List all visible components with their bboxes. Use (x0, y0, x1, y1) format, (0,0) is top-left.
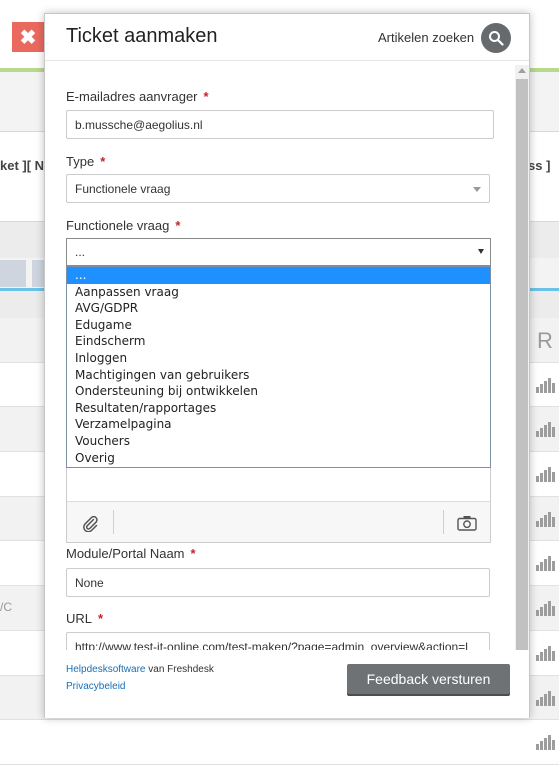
editor-toolbar (67, 501, 490, 542)
required-marker: * (100, 154, 106, 169)
scrollbar-thumb[interactable] (516, 79, 528, 656)
powered-by-suffix: van Freshdesk (145, 664, 214, 675)
chevron-down-icon (478, 249, 484, 254)
module-field[interactable]: None (66, 568, 490, 597)
bar-chart-icon[interactable] (536, 734, 555, 751)
helpdesk-software-link[interactable]: Helpdesksoftware (66, 664, 145, 675)
required-marker: * (203, 89, 209, 104)
dropdown-option[interactable]: Vouchers (67, 433, 490, 450)
bar-chart-icon[interactable] (536, 645, 555, 661)
dropdown-option[interactable]: Edugame (67, 317, 490, 334)
background-column-header: R (537, 328, 553, 353)
module-label-text: Module/Portal Naam (66, 546, 185, 561)
type-select-value: Functionele vraag (75, 181, 171, 196)
module-label: Module/Portal Naam * (66, 546, 196, 561)
toolbar-divider (443, 510, 444, 534)
type-label-text: Type (66, 154, 95, 169)
email-field-value: b.mussche@aegolius.nl (75, 117, 203, 132)
ticket-modal: Ticket aanmaken Artikelen zoeken E-maila… (44, 13, 530, 718)
camera-icon[interactable] (457, 515, 477, 531)
modal-title: Ticket aanmaken (66, 25, 218, 47)
functionele-vraag-select[interactable]: ... (66, 238, 491, 266)
powered-by-text: Helpdesksoftware van Freshdesk (66, 664, 214, 675)
type-label: Type * (66, 154, 105, 169)
dropdown-option[interactable]: Aanpassen vraag (67, 284, 490, 301)
functionele-vraag-dropdown[interactable]: ... Aanpassen vraag AVG/GDPR Edugame Eindsch… (66, 266, 491, 468)
close-icon[interactable]: ✖ (12, 22, 44, 52)
email-field[interactable]: b.mussche@aegolius.nl (66, 110, 494, 139)
dropdown-option[interactable]: AVG/GDPR (67, 300, 490, 317)
functionele-vraag-select-value: ... (75, 245, 86, 259)
dropdown-option[interactable]: Ondersteuning bij ontwikkelen (67, 383, 490, 400)
bar-chart-icon[interactable] (536, 421, 555, 438)
email-label: E-mailadres aanvrager * (66, 89, 209, 104)
bar-chart-icon[interactable] (536, 600, 555, 617)
table-row[interactable] (0, 720, 559, 765)
type-select[interactable]: Functionele vraag (66, 174, 490, 203)
modal-scrollbar[interactable] (515, 65, 529, 663)
bar-chart-icon[interactable] (536, 466, 555, 483)
modal-footer: Helpdesksoftware van Freshdesk Privacybe… (45, 650, 529, 718)
chevron-down-icon (473, 187, 481, 192)
background-label-left: ket ][ N (0, 158, 45, 173)
email-label-text: E-mailadres aanvrager (66, 89, 198, 104)
paperclip-icon[interactable] (81, 514, 99, 532)
scroll-up-arrow-icon[interactable] (518, 68, 526, 73)
modal-header: Ticket aanmaken Artikelen zoeken (45, 14, 529, 61)
dropdown-option[interactable]: Inloggen (67, 350, 490, 367)
dropdown-option[interactable]: Resultaten/rapportages (67, 400, 490, 417)
dropdown-option[interactable]: Verzamelpagina (67, 416, 490, 433)
toolbar-divider (113, 510, 114, 534)
bar-chart-icon[interactable] (536, 690, 555, 706)
privacy-policy-link[interactable]: Privacybeleid (66, 681, 125, 692)
url-label-text: URL (66, 611, 93, 626)
required-marker: * (175, 218, 181, 233)
send-feedback-button[interactable]: Feedback versturen (347, 664, 510, 694)
dropdown-option[interactable]: ... (67, 267, 490, 284)
dropdown-option[interactable]: Overig (67, 450, 490, 467)
background-row-fragment: /C (0, 600, 12, 614)
required-marker: * (98, 611, 104, 626)
search-icon (489, 31, 504, 46)
search-button[interactable] (481, 23, 511, 53)
background-filter-chip[interactable] (0, 260, 26, 287)
required-marker: * (190, 546, 196, 561)
module-field-value: None (75, 575, 104, 590)
bar-chart-icon[interactable] (536, 555, 555, 572)
functionele-vraag-label-text: Functionele vraag (66, 218, 170, 233)
dropdown-option[interactable]: Machtigingen van gebruikers (67, 367, 490, 384)
url-label: URL * (66, 611, 103, 626)
functionele-vraag-label: Functionele vraag * (66, 218, 180, 233)
bar-chart-icon[interactable] (536, 511, 555, 527)
description-editor[interactable] (66, 468, 491, 543)
bar-chart-icon[interactable] (536, 377, 555, 393)
search-articles-link[interactable]: Artikelen zoeken (378, 30, 474, 45)
dropdown-option[interactable]: Eindscherm (67, 333, 490, 350)
editor-text-area[interactable] (67, 468, 490, 501)
background-label-right: ss ] (528, 158, 551, 173)
